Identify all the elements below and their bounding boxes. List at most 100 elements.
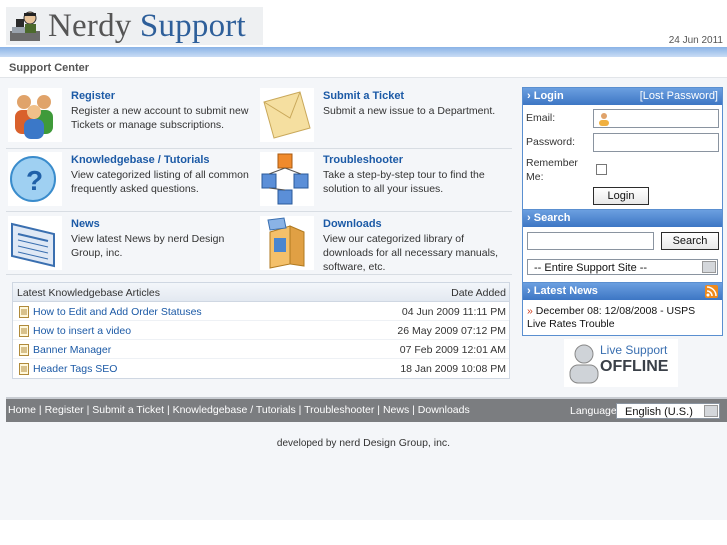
live-support-label: Live Support [600, 343, 668, 357]
footer-separator: | [36, 404, 45, 416]
section-title[interactable]: Submit a Ticket [323, 90, 404, 102]
section-description: Register a new account to submit new Tic… [71, 105, 249, 131]
chevron-right-icon: › [527, 90, 534, 102]
logo[interactable]: Nerdy Support [6, 7, 263, 45]
section-title[interactable]: Register [71, 90, 115, 102]
help-icon: ? [8, 152, 62, 206]
section-title[interactable]: Knowledgebase / Tutorials [71, 154, 210, 166]
footer-separator: | [83, 404, 93, 416]
login-title: Login [533, 90, 564, 102]
footer-link-register[interactable]: Register [45, 404, 84, 416]
live-support-status: OFFLINE [600, 358, 669, 375]
article-link[interactable]: Banner Manager [33, 344, 111, 356]
section-register[interactable]: Register Register a new account to submi… [6, 86, 258, 146]
footer-link-troubleshooter[interactable]: Troubleshooter [304, 404, 374, 416]
footer-link-knowledgebase[interactable]: Knowledgebase / Tutorials [173, 404, 296, 416]
live-support-badge[interactable]: Live Support OFFLINE [564, 339, 678, 387]
company-link[interactable]: nerd Design Group, inc. [339, 437, 450, 449]
document-icon [19, 363, 29, 375]
nerd-mascot-icon [10, 11, 40, 41]
news-item-text: December 08: 12/08/2008 - USPS Live Rate… [527, 305, 696, 330]
section-knowledgebase[interactable]: ? Knowledgebase / Tutorials View categor… [6, 150, 258, 210]
section-downloads[interactable]: Downloads View our categorized library o… [258, 214, 510, 274]
table-row: How to Edit and Add Order Statuses 04 Ju… [13, 302, 509, 321]
user-icon [599, 113, 609, 126]
article-link[interactable]: How to insert a video [33, 325, 131, 337]
section-submit-ticket[interactable]: Submit a Ticket Submit a new issue to a … [258, 86, 510, 146]
email-label: Email: [526, 112, 556, 124]
logo-text: Nerdy Support [48, 8, 246, 45]
column-header-date: Date Added [451, 287, 506, 299]
language-value: English (U.S.) [625, 406, 693, 418]
section-title[interactable]: Troubleshooter [323, 154, 403, 166]
page-header: Nerdy Support 24 Jun 2011 [0, 0, 727, 48]
table-header: Latest Knowledgebase Articles Date Added [13, 283, 509, 302]
divider [6, 274, 512, 275]
login-header: › Login [Lost Password] [523, 88, 722, 105]
logo-brand-support: Support [139, 7, 246, 44]
article-link[interactable]: Header Tags SEO [33, 363, 117, 375]
news-item[interactable]: » December 08: 12/08/2008 - USPS Live Ra… [527, 305, 717, 331]
article-date: 04 Jun 2009 11:11 PM [401, 306, 506, 318]
email-field[interactable] [593, 109, 719, 128]
section-description: View our categorized library of download… [323, 233, 499, 273]
section-description: View categorized listing of all common f… [71, 169, 249, 195]
flowchart-icon [260, 152, 314, 206]
rss-icon[interactable] [705, 285, 718, 298]
header-divider [0, 47, 727, 57]
table-row: Header Tags SEO 18 Jan 2009 10:08 PM [13, 359, 509, 378]
section-description: View latest News by nerd Design Group, i… [71, 233, 225, 259]
password-field[interactable] [593, 133, 719, 152]
section-news[interactable]: News View latest News by nerd Design Gro… [6, 214, 258, 274]
footer-link-news[interactable]: News [383, 404, 409, 416]
article-date: 18 Jan 2009 10:08 PM [400, 363, 506, 375]
box-icon [260, 216, 314, 270]
remember-me-label: Remember Me: [526, 157, 578, 183]
page-bottom [0, 520, 727, 545]
envelope-icon [260, 88, 314, 142]
document-icon [19, 344, 29, 356]
document-icon [19, 325, 29, 337]
lost-password-link[interactable]: [Lost Password] [640, 90, 718, 102]
footer-separator: | [409, 404, 418, 416]
article-date: 07 Feb 2009 12:01 AM [399, 344, 506, 356]
section-description: Take a step-by-step tour to find the sol… [323, 169, 485, 195]
search-scope-value: -- Entire Support Site -- [534, 262, 648, 274]
search-scope-select[interactable]: -- Entire Support Site -- [527, 259, 718, 275]
document-icon [19, 306, 29, 318]
chevron-down-icon [704, 405, 718, 417]
page-title: Support Center [9, 62, 90, 74]
search-button[interactable]: Search [661, 232, 719, 250]
article-link[interactable]: How to Edit and Add Order Statuses [33, 306, 202, 318]
footer-link-home[interactable]: Home [8, 404, 36, 416]
footer-separator: | [295, 404, 305, 416]
chevron-down-icon [702, 261, 716, 273]
svg-text:?: ? [26, 165, 43, 196]
chevron-right-icon: › [527, 212, 534, 224]
kb-articles-table: Latest Knowledgebase Articles Date Added… [12, 282, 510, 379]
news-panel: › Latest News » December 08: 12/08/2008 … [522, 283, 723, 336]
footer-link-submit-ticket[interactable]: Submit a Ticket [92, 404, 164, 416]
news-item-bullet: » [527, 305, 533, 317]
password-label: Password: [526, 136, 576, 148]
search-input[interactable] [527, 232, 654, 250]
section-troubleshooter[interactable]: Troubleshooter Take a step-by-step tour … [258, 150, 510, 210]
footer-link-downloads[interactable]: Downloads [418, 404, 470, 416]
section-title[interactable]: Downloads [323, 218, 382, 230]
support-agent-icon [569, 344, 599, 384]
search-header: › Search [523, 210, 722, 227]
developer-credit: developed by nerd Design Group, inc. [0, 437, 727, 449]
news-header: › Latest News [523, 283, 722, 300]
login-panel: › Login [Lost Password] Email: Password:… [522, 87, 723, 210]
login-button[interactable]: Login [593, 187, 649, 205]
developed-by-text: developed by [276, 438, 337, 449]
table-row: How to insert a video 26 May 2009 07:12 … [13, 321, 509, 340]
language-select[interactable]: English (U.S.) [616, 403, 720, 419]
section-title[interactable]: News [71, 218, 100, 230]
language-label: Language: [570, 405, 620, 417]
remember-me-checkbox[interactable] [596, 164, 607, 175]
search-title: Search [533, 212, 571, 224]
footer-separator: | [374, 404, 383, 416]
footer-nav: Home | Register | Submit a Ticket | Know… [8, 404, 470, 416]
newspaper-icon [8, 216, 62, 270]
